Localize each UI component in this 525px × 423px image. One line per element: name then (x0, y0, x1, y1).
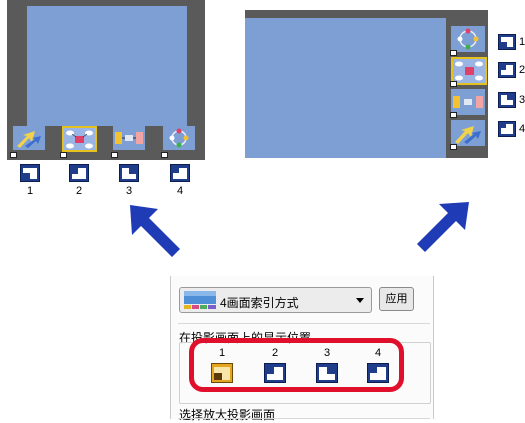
left-layout-preview (7, 0, 205, 160)
right-position-1: 1 (498, 34, 525, 52)
thumbnail-2 (62, 126, 97, 152)
thumbnail-mindmap-icon (453, 59, 485, 83)
top-left-position-icon (170, 164, 190, 182)
top-right-position-icon (498, 92, 516, 108)
thumbnail-1 (13, 126, 45, 150)
thumb-position-marker (161, 152, 168, 158)
position-number: 2 (75, 185, 83, 197)
thumbnail-arrow-image-icon (451, 120, 485, 146)
thumbnail-1 (451, 26, 485, 52)
right-position-3: 3 (498, 92, 525, 110)
thumbnail-4 (451, 120, 485, 146)
thumbnail-mindmap-icon (64, 128, 95, 150)
four-screen-index-icon (184, 291, 216, 309)
right-layout-preview (245, 10, 488, 158)
thumb-position-marker (60, 152, 67, 158)
thumbnail-3 (113, 126, 145, 150)
enlarged-screen-area (245, 18, 446, 158)
thumbnail-arrow-image-icon (13, 126, 45, 150)
position-number: 3 (519, 94, 525, 106)
top-left-position-icon (498, 121, 516, 137)
position-3: 3 (116, 164, 142, 204)
arrow-up-left-icon (130, 205, 180, 257)
arrow-up-right-icon (417, 202, 469, 252)
position-number: 4 (176, 185, 184, 197)
thumb-position-marker (450, 50, 457, 56)
left-position-icons: 1 2 3 4 (10, 164, 200, 206)
position-number: 2 (519, 64, 525, 76)
layout-mode-select[interactable]: 4画面索引方式 (179, 287, 372, 313)
thumb-position-marker (450, 81, 457, 87)
position-4: 4 (167, 164, 193, 204)
apply-button[interactable]: 应用 (379, 287, 414, 311)
thumbnail-flow-icon (113, 126, 145, 150)
enlarged-screen-area (27, 6, 187, 126)
position-number: 4 (519, 123, 525, 135)
right-position-2: 2 (498, 62, 525, 80)
bottom-left-position-icon (498, 34, 516, 50)
right-position-4: 4 (498, 121, 525, 139)
chevron-down-icon[interactable] (356, 298, 364, 303)
position-number: 1 (26, 185, 34, 197)
top-right-position-icon (119, 164, 139, 182)
position-number: 1 (519, 36, 525, 48)
position-highlight-frame (189, 338, 404, 392)
thumb-position-marker (450, 144, 457, 150)
layout-settings-dialog: 4画面索引方式 应用 在投影画面上的显示位置 1 2 3 4 选择放大投影画面 (170, 276, 434, 422)
layout-mode-value: 4画面索引方式 (220, 296, 299, 310)
select-enlarged-screen-label: 选择放大投影画面 (179, 408, 276, 422)
thumb-position-marker (10, 152, 17, 158)
thumbnail-4 (163, 126, 195, 150)
thumb-position-marker (450, 112, 457, 118)
thumbnail-cycle-icon (163, 126, 195, 150)
bottom-left-alt-position-icon (498, 62, 516, 78)
thumb-position-marker (111, 152, 118, 158)
divider (178, 323, 430, 324)
position-1: 1 (17, 164, 43, 204)
position-2: 2 (66, 164, 92, 204)
position-number: 3 (125, 185, 133, 197)
bottom-left-position-icon (20, 164, 40, 182)
thumbnail-cycle-icon (451, 26, 485, 52)
bottom-left-alt-position-icon (69, 164, 89, 182)
